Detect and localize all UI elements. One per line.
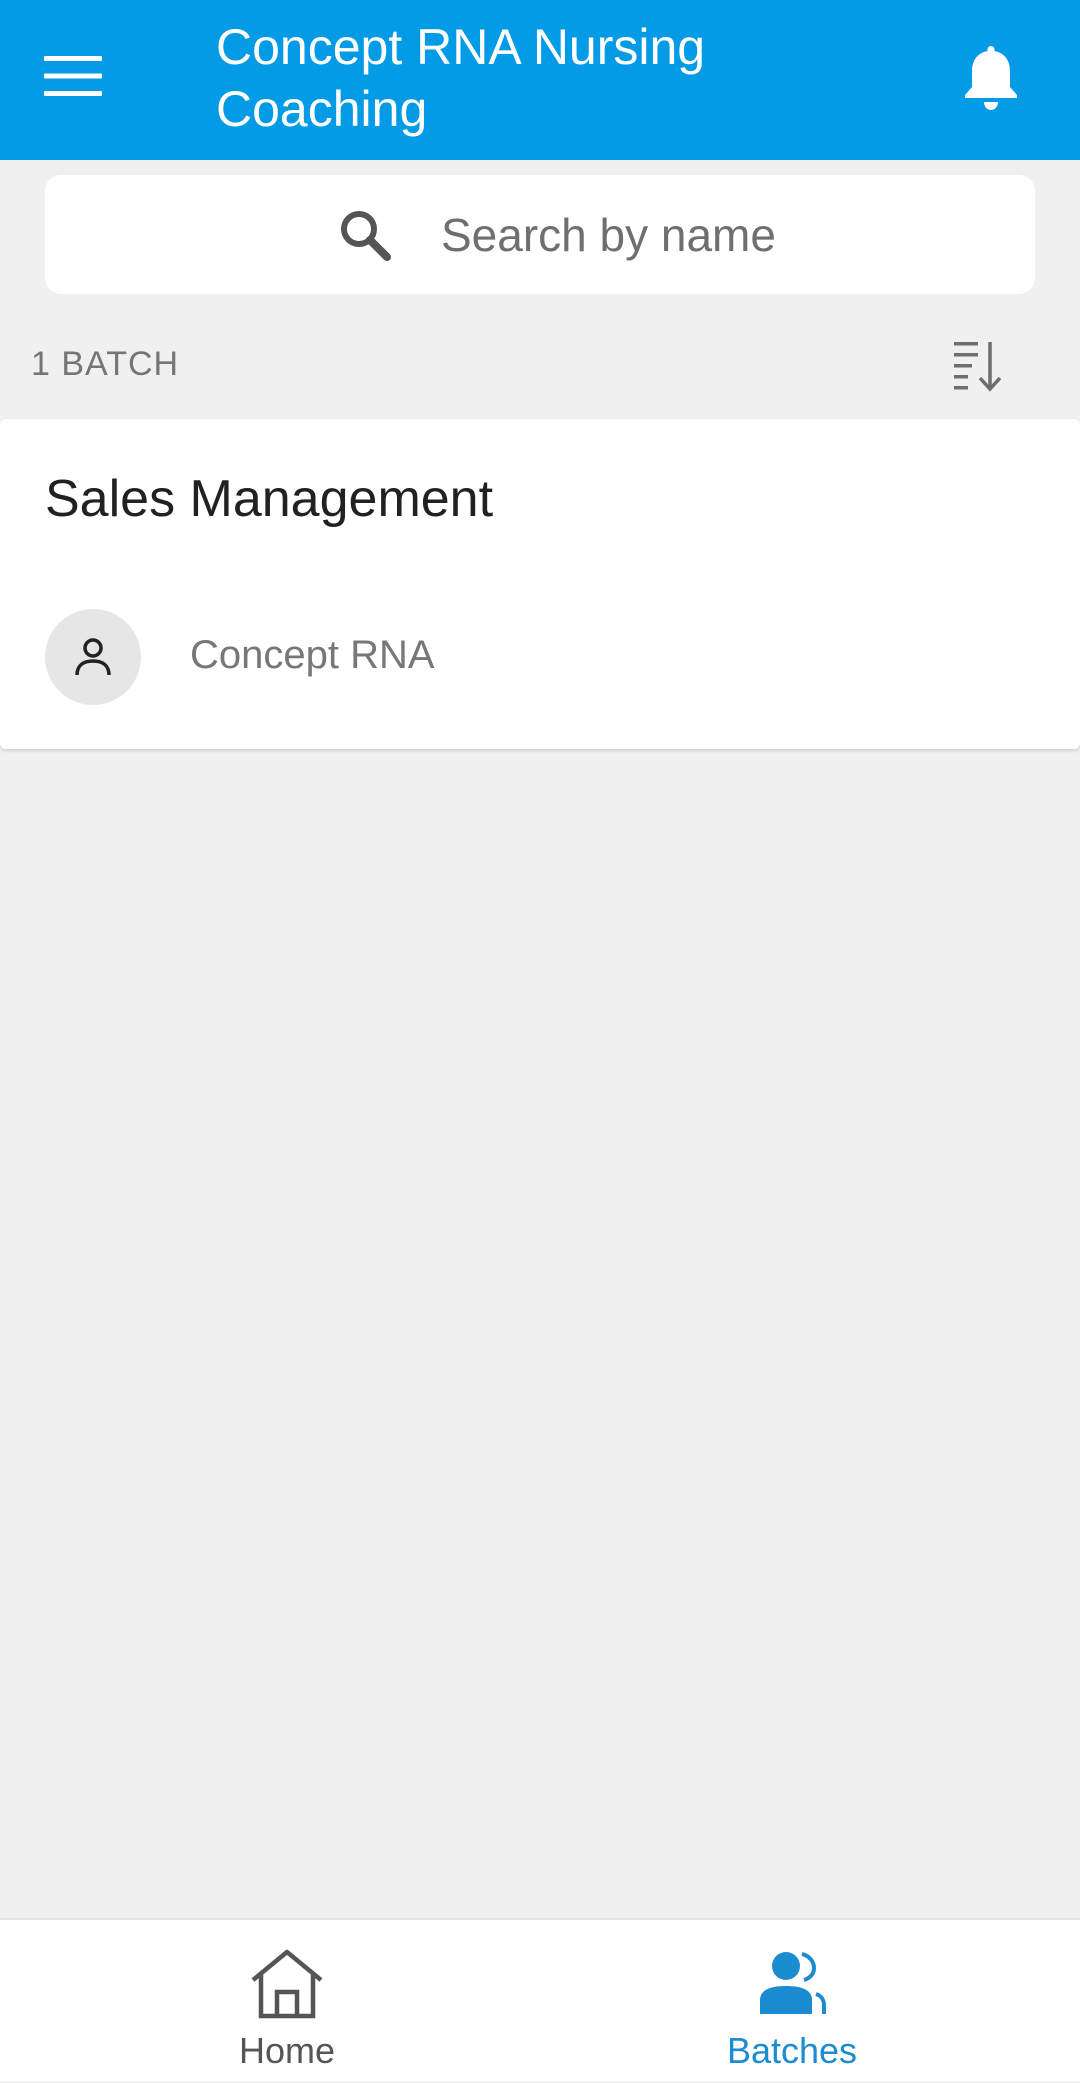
batch-count-label: 1 BATCH — [31, 345, 180, 383]
menu-button[interactable] — [44, 46, 124, 106]
bottom-navigation: Home Batches — [0, 1918, 1080, 2081]
sort-button[interactable] — [948, 334, 1008, 394]
hamburger-menu-icon — [44, 56, 102, 96]
search-icon — [341, 211, 391, 261]
nav-item-home[interactable]: Home — [157, 1920, 417, 2083]
nav-item-batches[interactable]: Batches — [662, 1920, 922, 2083]
nav-label-home: Home — [238, 2030, 336, 2071]
app-title: Concept RNA Nursing Coaching — [216, 19, 706, 137]
batch-owner-name: Concept RNA — [190, 633, 435, 677]
batch-title: Sales Management — [45, 470, 494, 528]
bell-icon — [965, 46, 1017, 110]
sort-descending-icon — [954, 342, 1002, 392]
search-bar[interactable] — [45, 175, 1035, 294]
nav-label-batches: Batches — [726, 2030, 858, 2071]
person-icon — [75, 638, 111, 676]
avatar — [45, 609, 141, 705]
notifications-button[interactable] — [958, 38, 1024, 118]
batch-card[interactable]: Sales Management Concept RNA — [0, 419, 1080, 749]
batches-icon — [760, 1952, 826, 2014]
app-bar: Concept RNA Nursing Coaching — [0, 0, 1080, 160]
search-input[interactable] — [441, 195, 1001, 275]
home-icon — [251, 1949, 323, 2019]
